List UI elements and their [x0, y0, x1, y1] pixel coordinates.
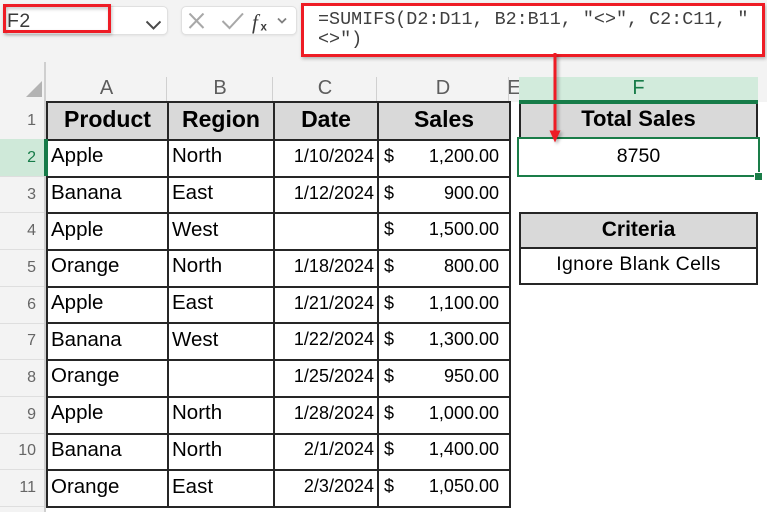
svg-text:x: x [261, 21, 268, 33]
